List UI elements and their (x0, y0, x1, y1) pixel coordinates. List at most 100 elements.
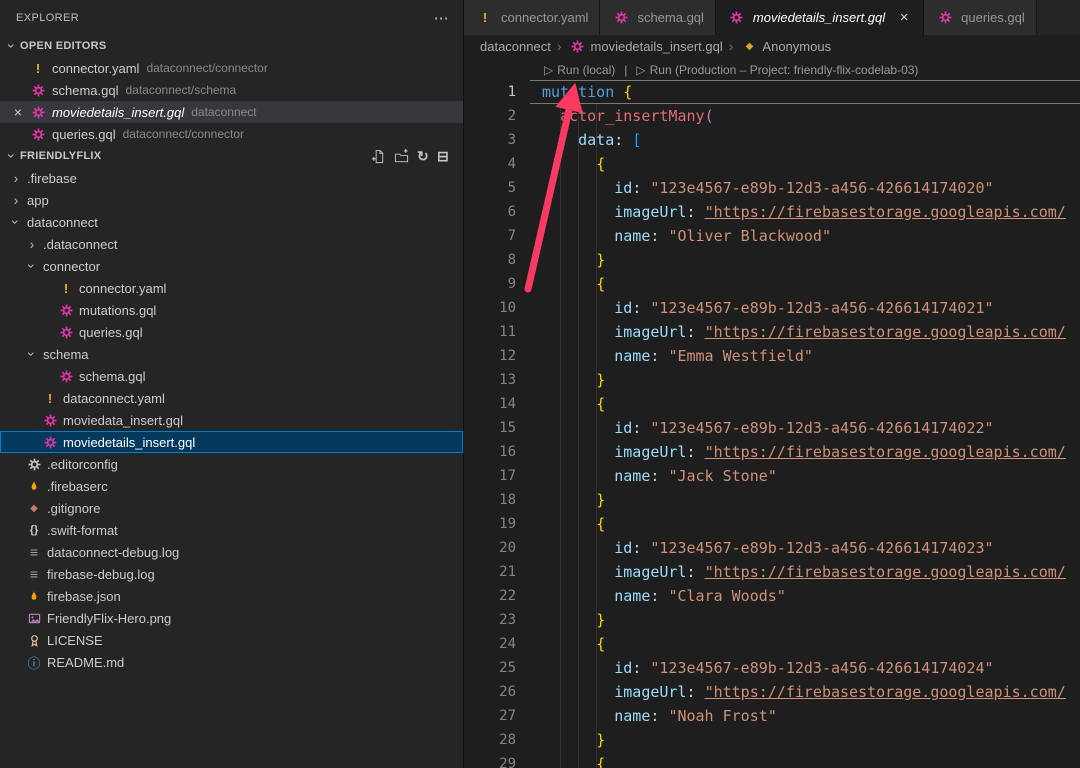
new-file-icon[interactable] (371, 149, 386, 164)
code-line-2[interactable]: 2 actor_insertMany( (464, 104, 1080, 128)
file-tree: ›.firebase›app›dataconnect›.dataconnect›… (0, 167, 463, 673)
code-line-12[interactable]: 12 name: "Emma Westfield" (464, 344, 1080, 368)
breadcrumb-item-moviedetails_insert.gql[interactable]: moviedetails_insert.gql (568, 39, 723, 54)
code-line-20[interactable]: 20 id: "123e4567-e89b-12d3-a456-42661417… (464, 536, 1080, 560)
tree-item-label: FriendlyFlix-Hero.png (47, 611, 171, 626)
tree-item-.dataconnect[interactable]: ›.dataconnect (0, 233, 463, 255)
line-number: 20 (464, 536, 530, 560)
symbol-operation-icon: ◆ (739, 41, 759, 52)
code-line-18[interactable]: 18 } (464, 488, 1080, 512)
tree-item-moviedetails_insert.gql[interactable]: moviedetails_insert.gql (0, 431, 463, 453)
code-line-26[interactable]: 26 imageUrl: "https://firebasestorage.go… (464, 680, 1080, 704)
tab-label: moviedetails_insert.gql (753, 10, 885, 25)
tree-item-label: app (27, 193, 49, 208)
open-editor-connector.yaml[interactable]: !connector.yamldataconnect/connector (0, 57, 463, 79)
new-folder-icon[interactable] (394, 149, 409, 164)
tree-item-firebase.json[interactable]: firebase.json (0, 585, 463, 607)
tree-item-README.md[interactable]: ⓘREADME.md (0, 651, 463, 673)
code-line-9[interactable]: 9 { (464, 272, 1080, 296)
tree-item-connector[interactable]: ›connector (0, 255, 463, 277)
code-text: name: "Noah Frost" (530, 704, 1080, 728)
tab-schema.gql[interactable]: schema.gql (600, 0, 715, 35)
code-line-25[interactable]: 25 id: "123e4567-e89b-12d3-a456-42661417… (464, 656, 1080, 680)
code-line-10[interactable]: 10 id: "123e4567-e89b-12d3-a456-42661417… (464, 296, 1080, 320)
code-line-1[interactable]: 1mutation { (464, 80, 1080, 104)
code-line-16[interactable]: 16 imageUrl: "https://firebasestorage.go… (464, 440, 1080, 464)
line-number: 1 (464, 80, 530, 104)
tree-item-moviedata_insert.gql[interactable]: moviedata_insert.gql (0, 409, 463, 431)
open-editor-schema.gql[interactable]: schema.gqldataconnect/schema (0, 79, 463, 101)
tree-item-FriendlyFlix-Hero.png[interactable]: FriendlyFlix-Hero.png (0, 607, 463, 629)
code-line-23[interactable]: 23 } (464, 608, 1080, 632)
code-line-6[interactable]: 6 imageUrl: "https://firebasestorage.goo… (464, 200, 1080, 224)
tree-item-label: connector (43, 259, 100, 274)
graphql-icon (40, 436, 60, 449)
more-actions-icon[interactable]: ⋯ (434, 9, 449, 27)
tree-item-app[interactable]: ›app (0, 189, 463, 211)
tree-item-schema.gql[interactable]: schema.gql (0, 365, 463, 387)
run-production-link[interactable]: ▷ Run (Production – Project: friendly-fl… (636, 63, 918, 77)
graphql-icon (568, 40, 588, 53)
tree-item-LICENSE[interactable]: LICENSE (0, 629, 463, 651)
code-line-22[interactable]: 22 name: "Clara Woods" (464, 584, 1080, 608)
collapse-all-icon[interactable]: ⊟ (437, 148, 449, 165)
code-line-29[interactable]: 29 { (464, 752, 1080, 768)
graphql-icon (56, 326, 76, 339)
refresh-icon[interactable]: ↻ (417, 148, 429, 165)
code-text: { (530, 512, 1080, 536)
open-editors-list: !connector.yamldataconnect/connectorsche… (0, 57, 463, 145)
open-editor-description: dataconnect/schema (125, 83, 236, 97)
code-line-13[interactable]: 13 } (464, 368, 1080, 392)
open-editor-queries.gql[interactable]: queries.gqldataconnect/connector (0, 123, 463, 145)
line-number: 7 (464, 224, 530, 248)
code-line-19[interactable]: 19 { (464, 512, 1080, 536)
open-editor-description: dataconnect/connector (123, 127, 244, 141)
code-line-21[interactable]: 21 imageUrl: "https://firebasestorage.go… (464, 560, 1080, 584)
code-line-15[interactable]: 15 id: "123e4567-e89b-12d3-a456-42661417… (464, 416, 1080, 440)
tree-item-label: dataconnect (27, 215, 98, 230)
tree-item-firebase-debug.log[interactable]: ≡firebase-debug.log (0, 563, 463, 585)
tree-item-dataconnect[interactable]: ›dataconnect (0, 211, 463, 233)
close-icon[interactable]: × (896, 9, 912, 26)
close-icon[interactable]: × (8, 104, 28, 120)
tree-item-connector.yaml[interactable]: !connector.yaml (0, 277, 463, 299)
graphql-icon (56, 370, 76, 383)
breadcrumb-item-dataconnect[interactable]: dataconnect (480, 39, 551, 54)
code-line-3[interactable]: 3 data: [ (464, 128, 1080, 152)
code-line-11[interactable]: 11 imageUrl: "https://firebasestorage.go… (464, 320, 1080, 344)
code-line-14[interactable]: 14 { (464, 392, 1080, 416)
tree-item-schema[interactable]: ›schema (0, 343, 463, 365)
tab-connector.yaml[interactable]: !connector.yaml (464, 0, 600, 35)
tree-item-label: .editorconfig (47, 457, 118, 472)
code-line-27[interactable]: 27 name: "Noah Frost" (464, 704, 1080, 728)
tree-item-.editorconfig[interactable]: .editorconfig (0, 453, 463, 475)
open-editors-header[interactable]: › OPEN EDITORS (0, 35, 463, 57)
open-editor-moviedetails_insert.gql[interactable]: ×moviedetails_insert.gqldataconnect (0, 101, 463, 123)
tab-queries.gql[interactable]: queries.gql (924, 0, 1037, 35)
tree-item-.firebase[interactable]: ›.firebase (0, 167, 463, 189)
tree-item-mutations.gql[interactable]: mutations.gql (0, 299, 463, 321)
code-line-7[interactable]: 7 name: "Oliver Blackwood" (464, 224, 1080, 248)
tree-item-dataconnect-debug.log[interactable]: ≡dataconnect-debug.log (0, 541, 463, 563)
code-text: { (530, 272, 1080, 296)
chevron-down-icon: › (4, 148, 20, 164)
code-line-8[interactable]: 8 } (464, 248, 1080, 272)
tab-moviedetails_insert.gql[interactable]: moviedetails_insert.gql × (716, 0, 924, 35)
code-line-17[interactable]: 17 name: "Jack Stone" (464, 464, 1080, 488)
code-line-28[interactable]: 28 } (464, 728, 1080, 752)
tree-item-.swift-format[interactable]: {}.swift-format (0, 519, 463, 541)
code-line-5[interactable]: 5 id: "123e4567-e89b-12d3-a456-426614174… (464, 176, 1080, 200)
tab-label: queries.gql (961, 10, 1025, 25)
tree-item-label: moviedata_insert.gql (63, 413, 183, 428)
tree-item-dataconnect.yaml[interactable]: !dataconnect.yaml (0, 387, 463, 409)
line-number: 29 (464, 752, 530, 768)
tree-item-.firebaserc[interactable]: .firebaserc (0, 475, 463, 497)
breadcrumb-item-Anonymous[interactable]: ◆Anonymous (739, 39, 831, 54)
code-editor[interactable]: ▷ Run (local) | ▷ Run (Production – Proj… (464, 57, 1080, 768)
code-line-4[interactable]: 4 { (464, 152, 1080, 176)
workspace-header[interactable]: › FRIENDLYFLIX ↻⊟ (0, 145, 463, 167)
tree-item-.gitignore[interactable]: ◆.gitignore (0, 497, 463, 519)
code-line-24[interactable]: 24 { (464, 632, 1080, 656)
run-local-link[interactable]: ▷ Run (local) (544, 63, 615, 77)
tree-item-queries.gql[interactable]: queries.gql (0, 321, 463, 343)
